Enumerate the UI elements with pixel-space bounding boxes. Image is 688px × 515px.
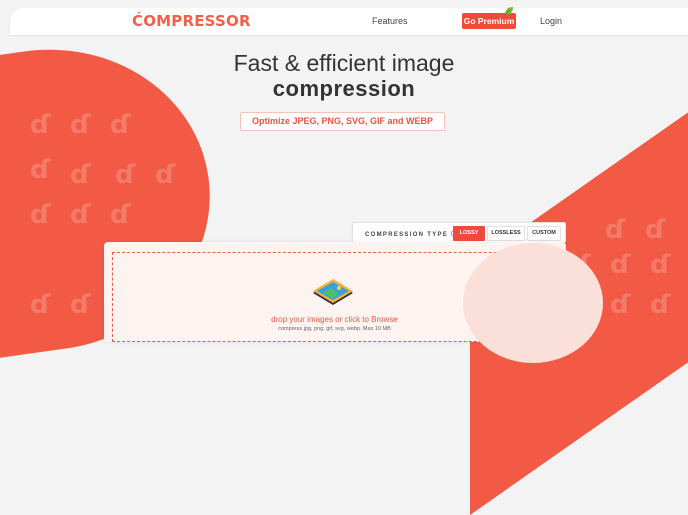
image-stack-icon bbox=[309, 277, 357, 312]
compression-option-custom[interactable]: CUSTOM bbox=[527, 226, 561, 241]
supported-formats-badge: Optimize JPEG, PNG, SVG, GIF and WEBP bbox=[240, 112, 445, 131]
drop-zone-formats: compress jpg, png, gif, svg, webp. Max 1… bbox=[278, 326, 391, 332]
compression-type-selector: COMPRESSION TYPE ⓘ : LOSSY LOSSLESS CUST… bbox=[352, 222, 566, 243]
nav-features-link[interactable]: Features bbox=[372, 16, 408, 26]
hero-heading-line2: compression bbox=[272, 76, 416, 101]
compression-type-label: COMPRESSION TYPE ⓘ : bbox=[365, 232, 465, 238]
leaf-icon bbox=[504, 6, 514, 19]
compression-option-lossy[interactable]: LOSSY bbox=[453, 226, 485, 241]
hero-heading-line1: Fast & efficient image bbox=[233, 50, 455, 76]
go-premium-button[interactable]: Go Premium bbox=[462, 7, 516, 29]
nav-login-link[interactable]: Login bbox=[540, 16, 562, 26]
top-nav-bar: ĆOMPRESSOR Features Go Premium Login bbox=[10, 7, 688, 35]
compression-option-lossless[interactable]: LOSSLESS bbox=[487, 226, 525, 241]
drop-zone-decoration bbox=[463, 243, 603, 363]
hero-heading: Fast & efficient image compression bbox=[0, 50, 688, 102]
brand-logo[interactable]: ĆOMPRESSOR bbox=[132, 12, 251, 30]
file-drop-zone[interactable]: drop your images or click to Browse comp… bbox=[112, 243, 603, 363]
drop-zone-instruction: drop your images or click to Browse bbox=[271, 315, 398, 324]
